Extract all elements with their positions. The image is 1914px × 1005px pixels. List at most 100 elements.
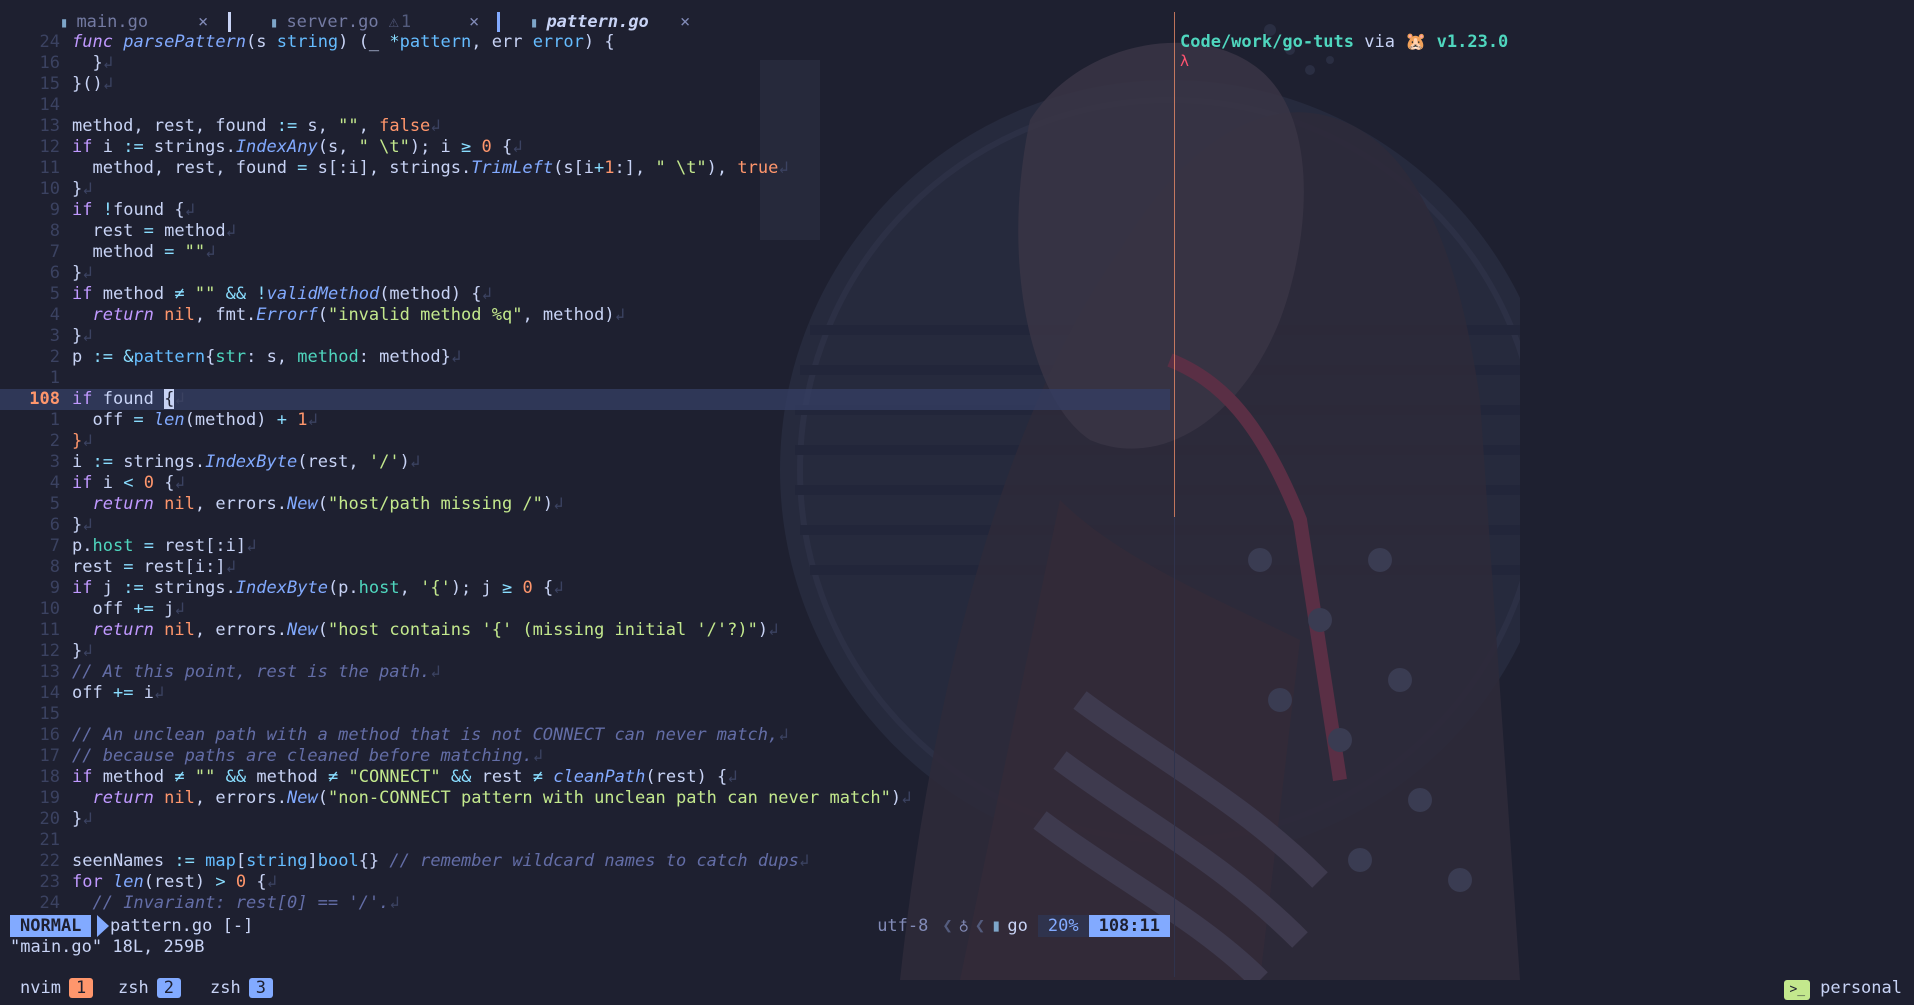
code-line[interactable]: 5 return nil, errors.New("host/path miss… (0, 494, 1170, 515)
code-line[interactable]: 11 method, rest, found = s[:i], strings.… (0, 158, 1170, 179)
code-line[interactable]: 15 }()↲ (0, 74, 1170, 95)
line-number: 15 (39, 704, 60, 724)
line-number: 14 (39, 95, 60, 115)
line-number: 3 (49, 452, 60, 472)
code-line[interactable]: 12}↲ (0, 641, 1170, 662)
tmux-status-bar: nvim 1 zsh 2 zsh 3 >_ personal (0, 976, 1914, 1000)
code-text: }↲ (72, 326, 93, 346)
code-line[interactable]: 23 for len(rest) > 0 {↲ (0, 872, 1170, 893)
code-line[interactable]: 1 (0, 368, 1170, 389)
code-line[interactable]: 7 p.host = rest[:i]↲ (0, 536, 1170, 557)
tab-label: pattern.go (546, 12, 649, 32)
code-line[interactable]: 15 (0, 704, 1170, 725)
code-text: if method ≠ "" && method ≠ "CONNECT" && … (72, 767, 738, 787)
line-number: 15 (39, 74, 60, 94)
code-line[interactable]: 9 if !found {↲ (0, 200, 1170, 221)
line-number: 11 (39, 620, 60, 640)
code-line[interactable]: 13 method, rest, found := s, "", false↲ (0, 116, 1170, 137)
code-line[interactable]: 12 if i := strings.IndexAny(s, " \t"); i … (0, 137, 1170, 158)
code-text: if i < 0 {↲ (72, 473, 185, 493)
code-line[interactable]: 24 func parsePattern(s string) (_ *patter… (0, 32, 1170, 53)
code-line[interactable]: 4 if i < 0 {↲ (0, 473, 1170, 494)
statusline: NORMAL pattern.go [-] utf-8 ❮ ♁ ❮ ▮ go 2… (10, 915, 1170, 937)
window-name: zsh (210, 978, 241, 998)
code-line[interactable]: 13 // At this point, rest is the path.↲ (0, 662, 1170, 683)
terminal-pane[interactable]: Code/work/go-tuts via 🐹 v1.23.0 λ (1180, 32, 1508, 70)
line-number: 19 (39, 788, 60, 808)
code-line[interactable]: 108 if found {↲ (0, 389, 1170, 410)
code-line[interactable]: 6 }↲ (0, 515, 1170, 536)
line-number: 4 (49, 473, 60, 493)
code-line[interactable]: 14 (0, 95, 1170, 116)
go-version: v1.23.0 (1436, 32, 1509, 52)
code-line[interactable]: 6}↲ (0, 263, 1170, 284)
window-name: nvim (20, 978, 61, 998)
chevron-left-icon: ❮ (974, 916, 986, 936)
code-text: if j := strings.IndexByte(p.host, '{'); … (72, 578, 564, 598)
code-line[interactable]: 16 }↲ (0, 53, 1170, 74)
code-line[interactable]: 4 return nil, fmt.Errorf("invalid method… (0, 305, 1170, 326)
code-line[interactable]: 1 off = len(method) + 1↲ (0, 410, 1170, 431)
code-text: rest = method↲ (72, 221, 236, 241)
code-line[interactable]: 10 off += j↲ (0, 599, 1170, 620)
warning-icon: ⚠ (388, 12, 399, 32)
chevron-left-icon: ❮ (942, 916, 953, 936)
prompt-via: via (1364, 32, 1395, 52)
code-text: method = ""↲ (72, 242, 216, 262)
code-line[interactable]: 3 i := strings.IndexByte(rest, '/')↲ (0, 452, 1170, 473)
code-line[interactable]: 19 return nil, errors.New("non-CONNECT p… (0, 788, 1170, 809)
code-line[interactable]: 17 // because paths are cleaned before ma… (0, 746, 1170, 767)
code-line[interactable]: 7 method = ""↲ (0, 242, 1170, 263)
code-line[interactable]: 16 // An unclean path with a method that … (0, 725, 1170, 746)
tmux-window-1[interactable]: nvim 1 (20, 976, 94, 1000)
warning-count: 1 (400, 12, 412, 32)
line-number: 22 (39, 851, 60, 871)
code-line[interactable]: 14 off += i↲ (0, 683, 1170, 704)
scroll-percent: 20% (1037, 915, 1089, 937)
tab-separator (497, 12, 500, 32)
code-line[interactable]: 2 p := &pattern{str: s, method: method}↲ (0, 347, 1170, 368)
code-line[interactable]: 8 rest = method↲ (0, 221, 1170, 242)
code-line[interactable]: 18 if method ≠ "" && method ≠ "CONNECT" &… (0, 767, 1170, 788)
code-text: }()↲ (72, 74, 113, 94)
code-text: func parsePattern(s string) (_ *pattern,… (72, 32, 615, 52)
code-line[interactable]: 24 // Invariant: rest[0] == '/'.↲ (0, 893, 1170, 914)
code-line[interactable]: 8 rest = rest[i:]↲ (0, 557, 1170, 578)
gopher-icon: 🐹 (1405, 32, 1427, 52)
line-number: 24 (39, 32, 60, 52)
line-number: 10 (39, 179, 60, 199)
line-number: 3 (49, 326, 60, 346)
code-text: }↲ (72, 515, 93, 535)
code-text: p.host = rest[:i]↲ (72, 536, 257, 556)
go-file-icon: ▮ (60, 15, 69, 31)
code-editor[interactable]: 24 func parsePattern(s string) (_ *patter… (0, 32, 1170, 914)
code-line[interactable]: 20}↲ (0, 809, 1170, 830)
tmux-window-2[interactable]: zsh 2 (118, 976, 181, 1000)
tab-label: main.go (76, 12, 149, 32)
command-line[interactable]: "main.go" 18L, 259B (10, 937, 204, 957)
code-line[interactable]: 11 return nil, errors.New("host contains… (0, 620, 1170, 641)
line-number: 16 (39, 725, 60, 745)
line-number: 13 (39, 662, 60, 682)
line-number: 16 (39, 53, 60, 73)
code-text: }↲ (72, 53, 113, 73)
window-split-border (1174, 12, 1175, 517)
status-file-label: pattern.go (110, 916, 213, 936)
tmux-window-3[interactable]: zsh 3 (210, 976, 273, 1000)
line-number: 5 (49, 494, 60, 514)
shell-prompt-line: Code/work/go-tuts via 🐹 v1.23.0 (1180, 32, 1508, 52)
code-text: return nil, errors.New("host/path missin… (92, 494, 564, 514)
code-line[interactable]: 21 (0, 830, 1170, 851)
mode-indicator: NORMAL (10, 915, 92, 937)
code-line[interactable]: 10}↲ (0, 179, 1170, 200)
code-text: return nil, errors.New("host contains '{… (92, 620, 779, 640)
code-line[interactable]: 3 }↲ (0, 326, 1170, 347)
line-number: 6 (49, 515, 60, 535)
code-line[interactable]: 2}↲ (0, 431, 1170, 452)
tmux-session: >_ personal (1784, 976, 1902, 1000)
code-line[interactable]: 22 seenNames := map[string]bool{} // reme… (0, 851, 1170, 872)
code-line[interactable]: 5 if method ≠ "" && !validMethod(method) … (0, 284, 1170, 305)
tab-label: server.go (286, 12, 379, 32)
code-line[interactable]: 9 if j := strings.IndexByte(p.host, '{');… (0, 578, 1170, 599)
filetype: go (1007, 916, 1028, 936)
